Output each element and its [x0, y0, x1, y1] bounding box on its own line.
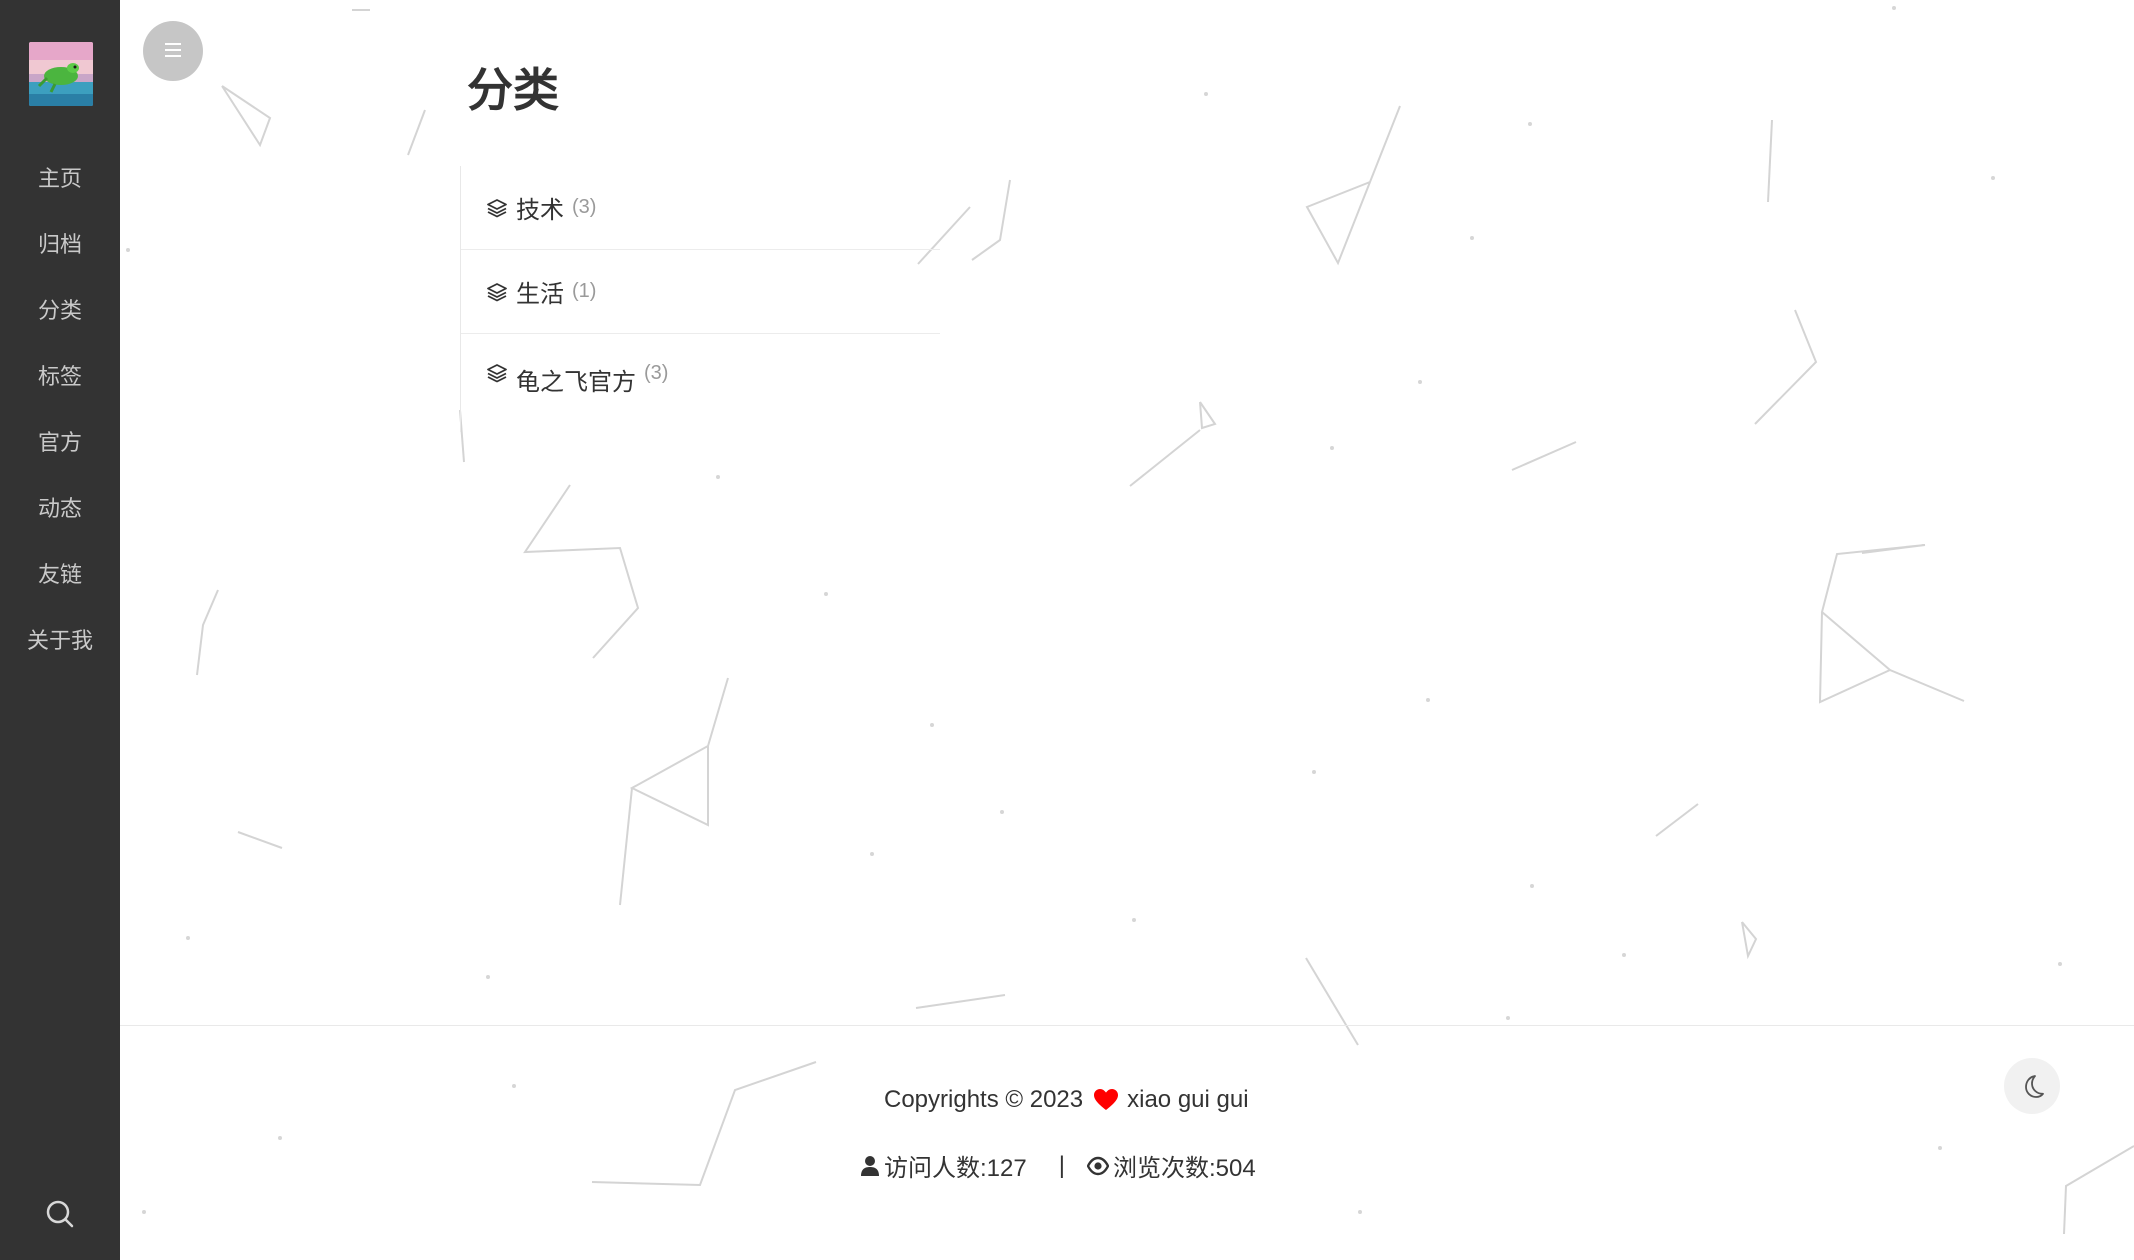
site-stats: 访问人数:127 | 浏览次数:504 — [860, 1148, 1256, 1183]
author-name: xiao gui gui — [1127, 1086, 1249, 1113]
layers-icon — [487, 198, 507, 217]
particle-background — [126, 6, 2134, 1235]
category-item[interactable]: 生活 (1) — [461, 250, 940, 334]
category-item[interactable]: 技术 (3) — [461, 166, 940, 250]
sidebar: 主页 归档 分类 标签 官方 动态 友链 关于我 — [0, 0, 120, 1260]
category-name[interactable]: 龟之飞官方 — [516, 362, 636, 397]
category-count: (3) — [572, 196, 597, 218]
theme-toggle-button[interactable] — [2004, 1058, 2060, 1114]
page-title: 分类 — [467, 63, 559, 117]
user-icon — [861, 1155, 879, 1176]
category-count: (3) — [644, 362, 669, 384]
category-item[interactable]: 龟之飞官方 (3) — [461, 334, 940, 432]
layers-icon — [487, 364, 507, 383]
nav-item-about[interactable]: 关于我 — [0, 617, 120, 683]
category-list: 技术 (3) 生活 (1) 龟之飞官方 (3) — [460, 166, 940, 432]
menu-toggle-button[interactable] — [143, 21, 203, 81]
heart-icon — [1094, 1089, 1119, 1110]
search-button[interactable] — [42, 1196, 78, 1232]
nav-item-official[interactable]: 官方 — [0, 419, 120, 485]
avatar-image — [29, 42, 93, 106]
menu-icon — [165, 43, 181, 45]
visitor-count: 访问人数:127 — [884, 1155, 1027, 1182]
copyright-text: Copyrights © 2023 — [884, 1086, 1084, 1113]
nav-item-categories[interactable]: 分类 — [0, 287, 120, 353]
nav-item-archive[interactable]: 归档 — [0, 221, 120, 287]
avatar[interactable] — [29, 42, 93, 106]
nav-item-tags[interactable]: 标签 — [0, 353, 120, 419]
view-count: 浏览次数:504 — [1112, 1155, 1256, 1182]
category-name[interactable]: 生活 — [516, 274, 564, 309]
nav-item-links[interactable]: 友链 — [0, 551, 120, 617]
eye-icon — [1086, 1156, 1109, 1175]
category-name[interactable]: 技术 — [516, 190, 564, 225]
search-icon — [46, 1200, 74, 1228]
category-count: (1) — [572, 280, 597, 302]
moon-icon — [2025, 1075, 2044, 1098]
nav-item-home[interactable]: 主页 — [0, 155, 120, 221]
footer-divider — [120, 1025, 2134, 1026]
copyright: Copyrights © 2023 xiao gui gui — [884, 1086, 1249, 1114]
sidebar-nav: 主页 归档 分类 标签 官方 动态 友链 关于我 — [0, 155, 120, 683]
nav-item-moments[interactable]: 动态 — [0, 485, 120, 551]
layers-icon — [487, 282, 507, 301]
stats-separator: | — [1058, 1151, 1065, 1179]
